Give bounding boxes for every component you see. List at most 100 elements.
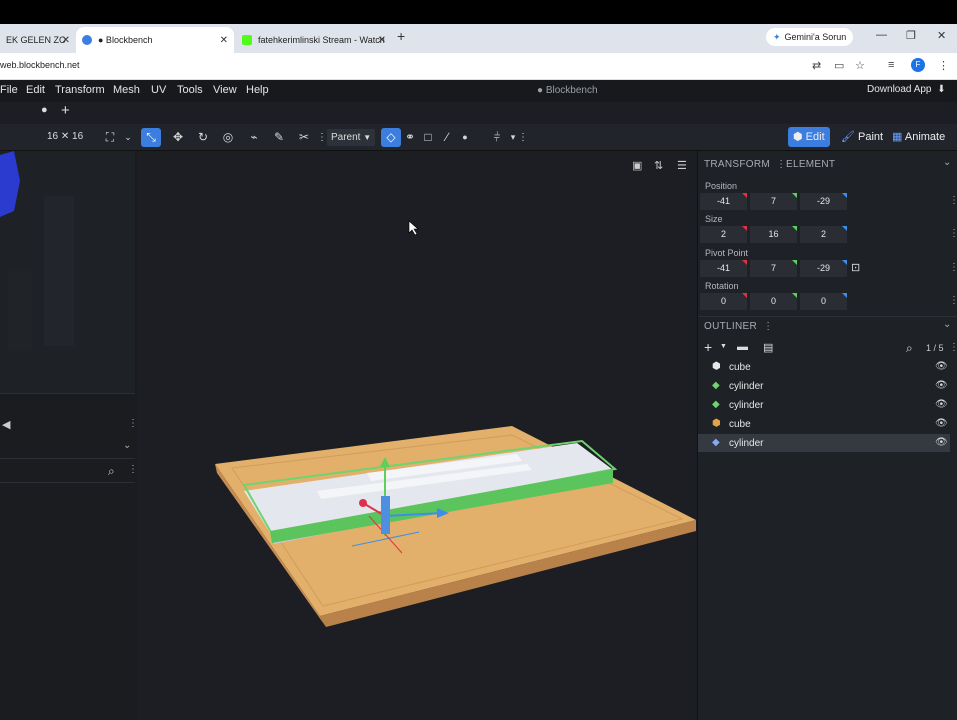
move-tool-icon[interactable]: ⤡ bbox=[141, 128, 161, 147]
selection-mode-object-icon[interactable]: ◇ bbox=[381, 128, 401, 147]
texture-strip bbox=[8, 271, 32, 351]
browser-tab-stream[interactable]: fatehkerimlinski Stream - Watch ✕ bbox=[236, 27, 392, 53]
window-close-icon[interactable]: ✕ bbox=[937, 29, 946, 42]
chevron-down-icon[interactable]: ⌄ bbox=[123, 440, 131, 451]
pivot-y-input[interactable]: 7 bbox=[750, 260, 797, 277]
pivot-tool-icon[interactable]: ◎ bbox=[218, 128, 238, 147]
gemini-button[interactable]: ✦ Gemini'a Sorun bbox=[766, 28, 854, 46]
address-bar[interactable]: web.blockbench.net ⇄ ▭ ☆ ≡ ⋮ bbox=[0, 53, 957, 80]
position-y-input[interactable]: 7 bbox=[750, 193, 797, 210]
center-pivot-icon[interactable]: ⊡ bbox=[851, 261, 860, 274]
outliner-item[interactable]: ◆ cylinder 👁 bbox=[698, 396, 950, 414]
close-icon[interactable]: ✕ bbox=[62, 35, 70, 46]
search-icon[interactable]: ⌕ bbox=[108, 464, 115, 479]
menu-transform[interactable]: Transform bbox=[55, 84, 105, 96]
toolbar-more-icon[interactable]: ⋮ bbox=[513, 128, 533, 147]
rotation-y-input[interactable]: 0 bbox=[750, 293, 797, 310]
visibility-eye-icon[interactable]: 👁 bbox=[935, 437, 948, 448]
mode-edit-button[interactable]: ⬢ Edit bbox=[788, 127, 830, 147]
menu-tools[interactable]: Tools bbox=[177, 84, 203, 96]
add-group-icon[interactable]: ▬ bbox=[737, 341, 748, 353]
selection-mode-edge-icon[interactable]: ∕ bbox=[437, 128, 457, 147]
3d-viewport[interactable]: ▣ ⇅ ☰ bbox=[137, 151, 697, 720]
project-tab-dot-icon[interactable]: ● bbox=[41, 104, 48, 116]
position-z-input[interactable]: -29 bbox=[800, 193, 847, 210]
menu-help[interactable]: Help bbox=[246, 84, 269, 96]
translate-icon[interactable]: ⇄ bbox=[812, 59, 821, 72]
reading-list-icon[interactable]: ≡ bbox=[888, 59, 894, 71]
row-menu-icon[interactable]: ⋮ bbox=[949, 262, 957, 273]
menu-uv[interactable]: UV bbox=[151, 84, 166, 96]
animate-icon: ▦ bbox=[892, 131, 903, 143]
download-app-button[interactable]: Download App ⬇ bbox=[867, 84, 946, 95]
menu-edit[interactable]: Edit bbox=[26, 84, 45, 96]
install-icon[interactable]: ▭ bbox=[834, 59, 844, 72]
row-menu-icon[interactable]: ⋮ bbox=[949, 195, 957, 206]
element-tab[interactable]: ELEMENT bbox=[786, 159, 835, 170]
menu-bar: File Edit Transform Mesh UV Tools View H… bbox=[0, 80, 957, 102]
drag-tool-icon[interactable]: ✥ bbox=[168, 128, 188, 147]
outliner-menu-icon[interactable]: ⋮ bbox=[949, 342, 957, 353]
pivot-mode-select[interactable]: Parent ▼ bbox=[327, 129, 376, 146]
outliner-item[interactable]: ⬢ cube 👁 bbox=[698, 358, 950, 376]
add-project-icon[interactable]: + bbox=[61, 102, 70, 119]
rotate-tool-icon[interactable]: ↻ bbox=[193, 128, 213, 147]
size-z-input[interactable]: 2 bbox=[800, 226, 847, 243]
toolbar: 16 ✕ 16 ⛶ ⌄ ⤡ ✥ ↻ ◎ ⌁ ✎ ✂ ⋮ Parent ▼ ◇ ⚭… bbox=[0, 124, 957, 151]
collapse-icon[interactable]: ⌄ bbox=[943, 319, 952, 330]
rotation-x-input[interactable]: 0 bbox=[700, 293, 747, 310]
collapse-all-icon[interactable]: ▤ bbox=[763, 341, 773, 354]
mode-animate-button[interactable]: ▦ Animate bbox=[887, 127, 950, 147]
outliner-item[interactable]: ◆ cylinder 👁 bbox=[698, 377, 950, 395]
selection-mode-link-icon[interactable]: ⚭ bbox=[400, 128, 420, 147]
speaker-icon[interactable]: ◀ bbox=[2, 418, 10, 431]
selection-mode-face-icon[interactable]: □ bbox=[418, 128, 438, 147]
browser-tab-1[interactable]: EK GELEN ZO ✕ bbox=[0, 27, 76, 53]
browser-menu-icon[interactable]: ⋮ bbox=[938, 59, 949, 72]
pivot-z-input[interactable]: -29 bbox=[800, 260, 847, 277]
outliner-item[interactable]: ⬢ cube 👁 bbox=[698, 415, 950, 433]
outliner-header[interactable]: OUTLINER ⋮ bbox=[704, 321, 773, 332]
size-y-input[interactable]: 16 bbox=[750, 226, 797, 243]
mode-paint-button[interactable]: 🖌 Paint bbox=[836, 127, 888, 147]
bookmark-star-icon[interactable]: ☆ bbox=[855, 59, 865, 72]
close-icon[interactable]: ✕ bbox=[378, 35, 386, 46]
visibility-eye-icon[interactable]: 👁 bbox=[935, 418, 948, 429]
mesh-icon: ◆ bbox=[712, 380, 720, 391]
vertex-snap-icon[interactable]: ⌁ bbox=[244, 128, 264, 147]
edit-mode-icon: ⬢ bbox=[793, 131, 803, 143]
menu-view[interactable]: View bbox=[213, 84, 237, 96]
add-element-icon[interactable]: + bbox=[704, 339, 712, 355]
menu-mesh[interactable]: Mesh bbox=[113, 84, 140, 96]
size-x-input[interactable]: 2 bbox=[700, 226, 747, 243]
rotation-z-input[interactable]: 0 bbox=[800, 293, 847, 310]
search-icon[interactable]: ⌕ bbox=[906, 341, 913, 356]
visibility-eye-icon[interactable]: 👁 bbox=[935, 361, 948, 372]
cube-icon: ⬢ bbox=[712, 361, 721, 372]
pivot-x-input[interactable]: -41 bbox=[700, 260, 747, 277]
divider bbox=[0, 393, 135, 394]
visibility-eye-icon[interactable]: 👁 bbox=[935, 380, 948, 391]
transform-header[interactable]: TRANSFORM ⋮ bbox=[704, 159, 786, 170]
menu-file[interactable]: File bbox=[0, 84, 18, 96]
knife-tool-icon[interactable]: ✂ bbox=[294, 128, 314, 147]
chevron-down-icon[interactable]: ⌄ bbox=[118, 128, 138, 147]
outliner-item-selected[interactable]: ◆ cylinder 👁 bbox=[698, 434, 950, 452]
new-tab-button[interactable]: + bbox=[397, 28, 405, 44]
visibility-eye-icon[interactable]: 👁 bbox=[935, 399, 948, 410]
position-x-input[interactable]: -41 bbox=[700, 193, 747, 210]
row-menu-icon[interactable]: ⋮ bbox=[949, 295, 957, 306]
brush-tool-icon[interactable]: ✎ bbox=[269, 128, 289, 147]
minimize-icon[interactable]: — bbox=[876, 29, 887, 41]
avatar[interactable]: F bbox=[911, 58, 925, 72]
chevron-down-icon[interactable]: ▼ bbox=[720, 343, 727, 350]
browser-tab-blockbench[interactable]: ● Blockbench ✕ bbox=[76, 27, 234, 53]
selection-mode-vertex-icon[interactable]: ● bbox=[455, 128, 475, 147]
url-text[interactable]: web.blockbench.net bbox=[0, 60, 80, 70]
rotation-label: Rotation bbox=[705, 281, 739, 291]
close-icon[interactable]: ✕ bbox=[220, 35, 228, 46]
collapse-icon[interactable]: ⌄ bbox=[943, 157, 952, 168]
restore-icon[interactable]: ❐ bbox=[906, 29, 916, 42]
fullscreen-icon[interactable]: ⛶ bbox=[100, 128, 120, 147]
row-menu-icon[interactable]: ⋮ bbox=[949, 228, 957, 239]
